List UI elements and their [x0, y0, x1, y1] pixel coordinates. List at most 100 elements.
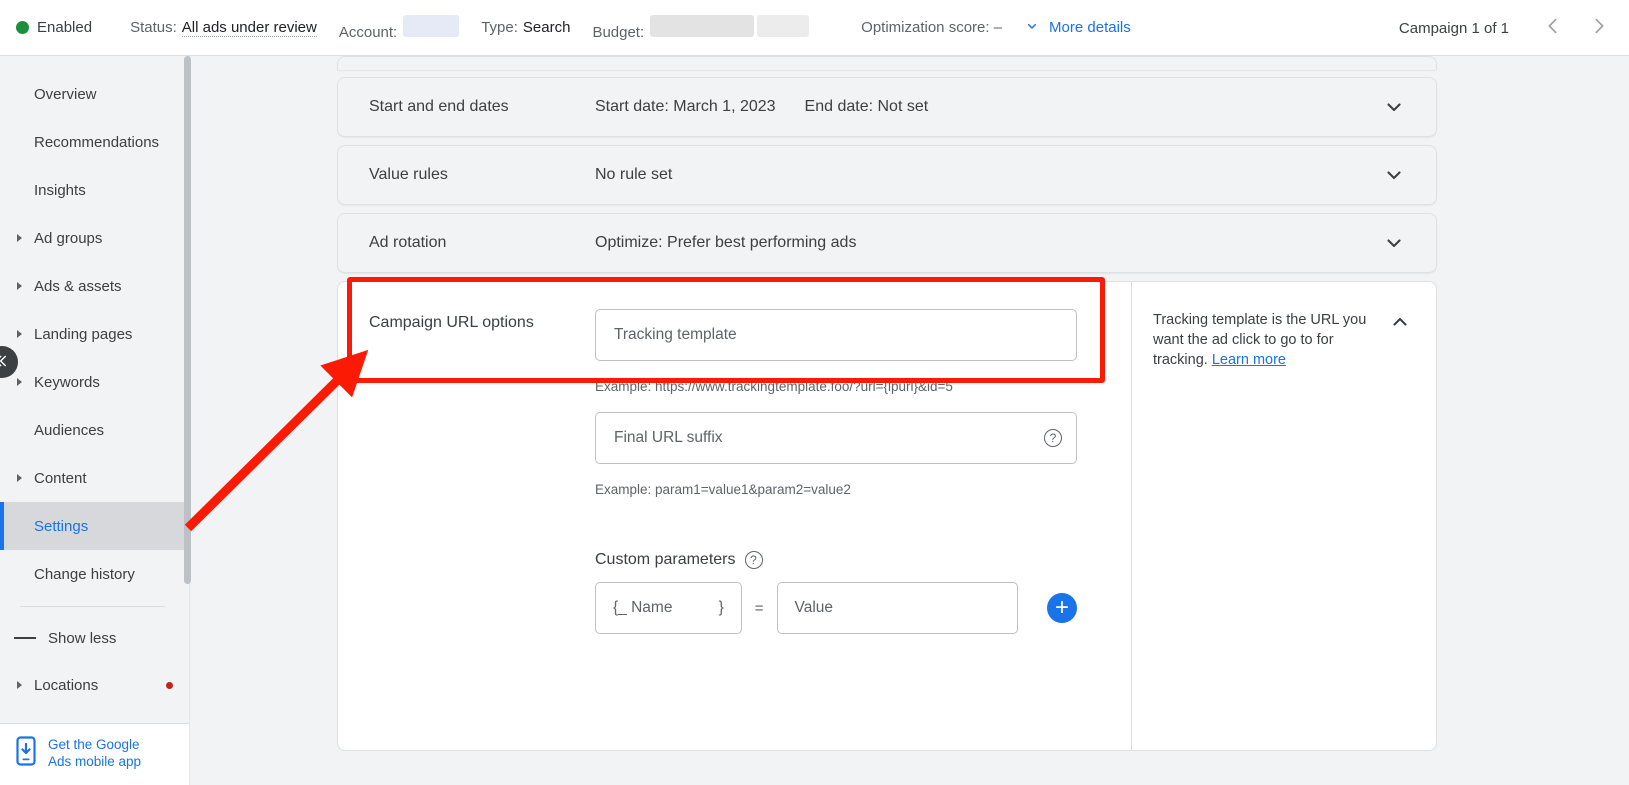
sidebar-item-audiences[interactable]: Audiences — [0, 406, 189, 454]
tracking-template-placeholder: Tracking template — [614, 326, 737, 343]
final-url-suffix-placeholder: Final URL suffix — [614, 429, 723, 446]
nav-item-list: Overview Recommendations Insights Ad gro… — [0, 56, 189, 723]
sidebar-item-landing-pages[interactable]: Landing pages — [0, 310, 189, 358]
param-value-placeholder: Value — [794, 599, 834, 616]
caret-right-icon — [12, 474, 26, 482]
learn-more-link[interactable]: Learn more — [1212, 352, 1286, 368]
main-content-area: Start and end dates Start date: March 1,… — [190, 56, 1629, 785]
optimization-score-label: Optimization score: – — [861, 19, 1003, 36]
next-campaign-button[interactable] — [1579, 8, 1619, 48]
show-less-label: Show less — [48, 629, 117, 647]
chevron-down-icon[interactable] — [1382, 163, 1406, 187]
caret-right-icon — [12, 234, 26, 242]
sidebar-item-change-history[interactable]: Change history — [0, 550, 189, 598]
url-options-help-panel: Tracking template is the URL you want th… — [1131, 282, 1436, 750]
show-less-button[interactable]: Show less — [0, 615, 189, 661]
custom-parameter-name-input[interactable]: {_ Name } — [595, 582, 742, 634]
prev-campaign-button[interactable] — [1533, 8, 1573, 48]
budget-value-redacted — [650, 14, 755, 37]
mobile-app-promo-text: Get the Google Ads mobile app — [48, 736, 141, 770]
account-group: Account: — [338, 14, 460, 41]
caret-right-icon — [12, 378, 26, 386]
sidebar-item-label: Locations — [34, 676, 99, 694]
row-title: Ad rotation — [369, 234, 447, 251]
row-title: Start and end dates — [369, 98, 509, 115]
chevron-down-icon — [1024, 18, 1040, 38]
settings-row-start-end-dates[interactable]: Start and end dates Start date: March 1,… — [338, 78, 1436, 136]
enabled-status-dot — [16, 21, 29, 34]
ad-rotation-value: Optimize: Prefer best performing ads — [595, 234, 857, 251]
plus-circle-icon[interactable]: + — [1047, 593, 1077, 623]
chevron-left-icon — [1542, 15, 1564, 42]
account-label: Account: — [338, 23, 398, 41]
sidebar-item-label: Settings — [34, 517, 89, 535]
url-options-header-row: Campaign URL options Tracking template E… — [338, 309, 1131, 634]
custom-parameter-value-input[interactable]: Value — [776, 582, 1019, 634]
sidebar-item-ad-groups[interactable]: Ad groups — [0, 214, 189, 262]
chevron-down-icon[interactable] — [1382, 95, 1406, 119]
url-fields-column: Tracking template Example: https://www.t… — [595, 309, 1077, 634]
sidebar-item-overview[interactable]: Overview — [0, 70, 189, 118]
settings-card-start-end-dates: Start and end dates Start date: March 1,… — [337, 77, 1437, 137]
mobile-download-icon — [14, 736, 38, 771]
help-circle-icon[interactable]: ? — [744, 551, 763, 569]
type-label: Type: — [481, 19, 518, 36]
nav-divider — [20, 606, 165, 607]
chevron-down-icon[interactable] — [1382, 231, 1406, 255]
budget-value-redacted-2 — [757, 14, 810, 37]
left-navigation-sidebar: Overview Recommendations Insights Ad gro… — [0, 56, 190, 785]
sidebar-item-label: Landing pages — [34, 325, 133, 343]
chevron-double-left-icon — [0, 353, 10, 372]
caret-right-icon — [12, 681, 26, 689]
promo-line-1: Get the Google — [48, 737, 140, 752]
type-group: Type: Search — [481, 19, 570, 36]
sidebar-scrollbar-thumb[interactable] — [184, 56, 191, 584]
caret-right-icon — [12, 330, 26, 338]
tracking-template-input[interactable]: Tracking template — [595, 309, 1077, 361]
custom-parameters-section: Custom parameters ? {_ Name } = Value + — [595, 551, 1077, 634]
google-ads-settings-screen: Enabled Status: All ads under review Acc… — [0, 0, 1629, 785]
final-url-suffix-example: Example: param1=value1&param2=value2 — [595, 482, 851, 497]
status-label: Status: — [130, 18, 177, 36]
sidebar-item-recommendations[interactable]: Recommendations — [0, 118, 189, 166]
sidebar-item-settings[interactable]: Settings — [0, 502, 189, 550]
enabled-label: Enabled — [37, 19, 93, 36]
help-circle-icon[interactable]: ? — [1044, 429, 1062, 447]
status-value[interactable]: All ads under review — [181, 19, 317, 37]
caret-right-icon — [12, 282, 26, 290]
budget-label: Budget: — [592, 23, 645, 41]
param-name-suffix: } — [718, 599, 724, 616]
sidebar-item-insights[interactable]: Insights — [0, 166, 189, 214]
value-rules-value: No rule set — [595, 166, 673, 183]
campaign-status-bar: Enabled Status: All ads under review Acc… — [0, 0, 1629, 56]
chevron-up-icon[interactable] — [1388, 310, 1412, 334]
minus-icon — [14, 637, 36, 639]
account-value-redacted — [403, 14, 460, 37]
more-details-button[interactable]: More details — [1024, 18, 1131, 38]
campaign-counter: Campaign 1 of 1 — [1398, 19, 1509, 37]
row-values: Optimize: Prefer best performing ads — [595, 234, 856, 252]
settings-card-ad-rotation: Ad rotation Optimize: Prefer best perfor… — [337, 213, 1437, 273]
more-details-label: More details — [1049, 19, 1131, 36]
settings-row-value-rules[interactable]: Value rules No rule set — [338, 146, 1436, 204]
settings-row-ad-rotation[interactable]: Ad rotation Optimize: Prefer best perfor… — [338, 214, 1436, 272]
custom-parameter-row: {_ Name } = Value + — [595, 582, 1077, 634]
sidebar-item-locations[interactable]: Locations — [0, 661, 189, 709]
mobile-app-promo[interactable]: Get the Google Ads mobile app — [0, 723, 189, 785]
start-date-value: Start date: March 1, 2023 — [595, 98, 776, 115]
sidebar-item-label: Insights — [34, 181, 86, 199]
sidebar-item-keywords[interactable]: Keywords — [0, 358, 189, 406]
status-group: Status: All ads under review — [130, 19, 317, 37]
final-url-suffix-input[interactable]: Final URL suffix ? — [595, 412, 1077, 464]
campaign-pager: Campaign 1 of 1 — [1399, 0, 1619, 56]
end-date-value: End date: Not set — [804, 98, 929, 115]
sidebar-item-content[interactable]: Content — [0, 454, 189, 502]
row-values: No rule set — [595, 166, 672, 184]
chevron-right-icon — [1588, 15, 1610, 42]
sidebar-item-label: Recommendations — [34, 133, 160, 151]
tracking-template-example: Example: https://www.trackingtemplate.fo… — [595, 379, 953, 394]
sidebar-item-ads-assets[interactable]: Ads & assets — [0, 262, 189, 310]
promo-line-2: Ads mobile app — [48, 754, 142, 769]
sidebar-item-label: Content — [34, 469, 87, 487]
row-title: Value rules — [369, 166, 448, 183]
